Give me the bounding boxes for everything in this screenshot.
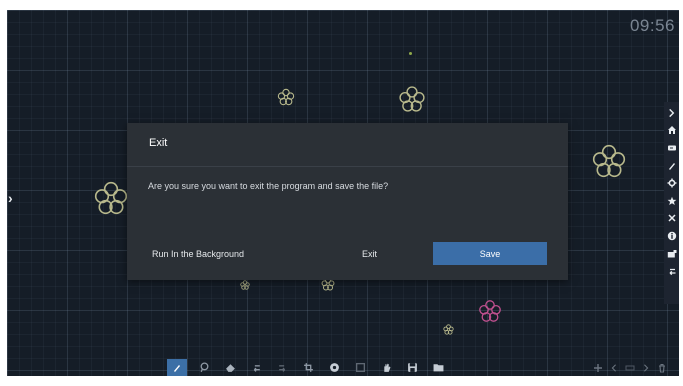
record-icon[interactable] bbox=[321, 359, 347, 376]
info-icon[interactable] bbox=[664, 227, 679, 245]
pen-icon[interactable] bbox=[664, 157, 679, 175]
save-file-icon[interactable] bbox=[399, 359, 425, 376]
whiteboard-canvas[interactable]: 09:56 › Exit Are you sure you want to ex… bbox=[7, 10, 679, 376]
run-in-background-button[interactable]: Run In the Background bbox=[152, 249, 244, 259]
flower-doodle bbox=[592, 144, 626, 178]
input-source-icon[interactable] bbox=[664, 139, 679, 157]
flower-doodle bbox=[277, 88, 295, 106]
select-box-icon[interactable] bbox=[347, 359, 373, 376]
dialog-title: Exit bbox=[149, 137, 168, 149]
folder-icon[interactable] bbox=[425, 359, 451, 376]
dialog-message: Are you sure you want to exit the progra… bbox=[148, 181, 389, 191]
dot-doodle bbox=[409, 52, 412, 55]
right-sidebar bbox=[664, 102, 679, 304]
prev-page-icon[interactable] bbox=[608, 359, 619, 376]
delete-page-icon[interactable] bbox=[656, 359, 667, 376]
flower-doodle-pink bbox=[479, 300, 501, 322]
whiteboard-icon[interactable] bbox=[664, 245, 679, 263]
clock: 09:56 bbox=[629, 16, 675, 35]
save-button[interactable]: Save bbox=[433, 242, 547, 265]
next-page-icon[interactable] bbox=[640, 359, 651, 376]
pen-tool-icon[interactable] bbox=[167, 359, 187, 376]
add-page-icon[interactable] bbox=[592, 359, 603, 376]
flower-doodle bbox=[94, 181, 128, 215]
home-icon[interactable] bbox=[664, 122, 679, 140]
star-icon[interactable] bbox=[664, 192, 679, 210]
dialog-divider bbox=[127, 166, 568, 167]
lasso-tool-icon[interactable] bbox=[191, 359, 217, 376]
redo-icon[interactable] bbox=[269, 359, 295, 376]
bottom-toolbar bbox=[167, 359, 451, 376]
gear-icon[interactable] bbox=[664, 174, 679, 192]
chevron-right-icon[interactable] bbox=[664, 104, 679, 122]
back-icon[interactable] bbox=[664, 262, 679, 280]
exit-dialog: Exit Are you sure you want to exit the p… bbox=[127, 123, 568, 280]
flower-doodle bbox=[443, 324, 454, 335]
crop-icon[interactable] bbox=[295, 359, 321, 376]
expand-left-arrow-icon[interactable]: › bbox=[8, 190, 13, 206]
tools-icon[interactable] bbox=[664, 210, 679, 228]
exit-button[interactable]: Exit bbox=[362, 249, 377, 259]
flower-doodle bbox=[240, 280, 250, 290]
page-indicator-icon bbox=[624, 359, 635, 376]
flower-doodle bbox=[399, 86, 425, 112]
hand-tool-icon[interactable] bbox=[373, 359, 399, 376]
eraser-tool-icon[interactable] bbox=[217, 359, 243, 376]
undo-icon[interactable] bbox=[243, 359, 269, 376]
page-controls bbox=[592, 359, 667, 376]
